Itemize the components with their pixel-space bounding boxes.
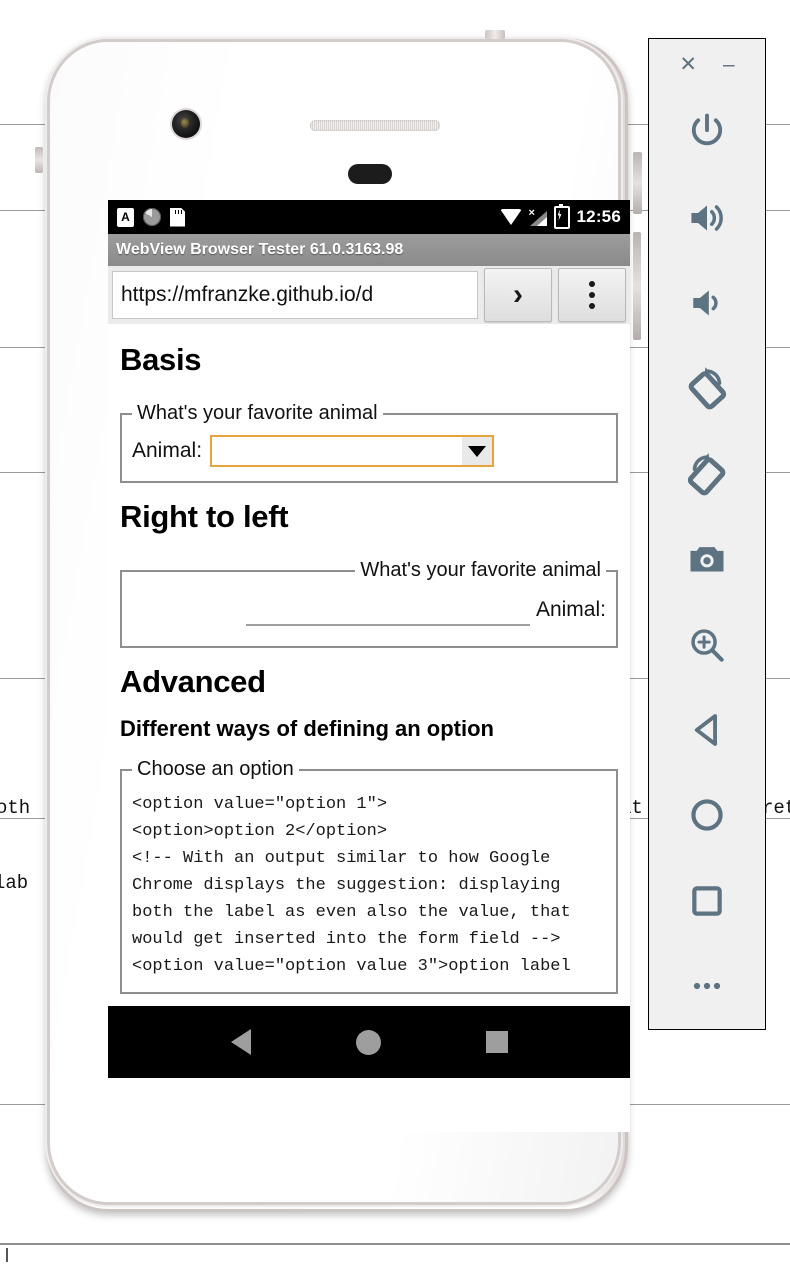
background-text-fragment: oth <box>0 797 31 819</box>
animal-combobox[interactable] <box>210 435 495 467</box>
url-input[interactable]: https://mfranzke.github.io/d <box>112 271 478 319</box>
back-icon <box>694 714 717 746</box>
form-row-animal-rtl: :Animal <box>132 588 606 634</box>
wifi-icon <box>499 209 522 225</box>
background-rule-thick <box>0 1243 790 1245</box>
background-tick <box>6 1248 8 1262</box>
fieldset-legend-rtl: What's your favorite animal <box>360 559 601 581</box>
hardware-left-nub <box>35 147 43 173</box>
toolbar-volume-up-button[interactable] <box>649 175 765 260</box>
hardware-volume-button[interactable] <box>633 232 641 340</box>
sd-card-icon <box>170 207 185 227</box>
android-status-bar: A × 12:56 <box>108 200 630 234</box>
rotate-left-icon <box>688 367 727 410</box>
toolbar-more-button[interactable] <box>649 944 765 1029</box>
overview-icon <box>692 886 722 916</box>
option-code-sample: <option value="option 1"> <option>option… <box>132 795 571 976</box>
toolbar-rotate-right-button[interactable] <box>649 431 765 516</box>
volume-up-icon <box>691 204 723 231</box>
status-bar-clock: 12:56 <box>576 207 621 226</box>
chevron-right-icon: › <box>513 278 523 311</box>
animal-input-rtl[interactable] <box>245 594 530 626</box>
browser-menu-button[interactable] <box>558 268 626 322</box>
home-icon <box>691 799 723 832</box>
webpage-content[interactable]: Basis What's your favorite animal Animal… <box>108 324 630 1006</box>
toolbar-zoom-button[interactable] <box>649 602 765 687</box>
section-heading-rtl: Right to left <box>120 499 289 534</box>
section-heading-basis: Basis <box>120 342 202 377</box>
browser-url-bar: https://mfranzke.github.io/d › <box>108 266 630 324</box>
sensor-pill <box>348 164 392 184</box>
notification-a-icon: A <box>117 207 134 227</box>
subheading-defining-option: Different ways of defining an option <box>120 716 494 741</box>
camera-icon <box>690 547 724 572</box>
label-animal: Animal: <box>132 439 203 462</box>
hardware-top-nub <box>485 30 505 39</box>
minimize-icon[interactable]: – <box>723 54 735 75</box>
cellular-no-signal-icon: × <box>529 207 547 226</box>
toolbar-volume-down-button[interactable] <box>649 260 765 345</box>
hardware-power-button[interactable] <box>633 152 642 214</box>
toolbar-power-button[interactable] <box>649 89 765 174</box>
chevron-down-icon <box>468 445 487 457</box>
toolbar-screenshot-button[interactable] <box>649 517 765 602</box>
fieldset-basis: What's your favorite animal Animal: <box>120 402 618 483</box>
fieldset-choose-option: Choose an option <option value="option 1… <box>120 758 618 994</box>
toolbar-back-button[interactable] <box>649 687 765 772</box>
fieldset-rtl: What's your favorite animal :Animal <box>120 559 618 648</box>
combobox-arrow-box[interactable] <box>462 437 493 465</box>
more-icon <box>693 983 721 990</box>
form-row-animal: Animal: <box>132 431 606 469</box>
power-icon <box>691 113 723 146</box>
background-text-fragment: lab <box>0 872 29 894</box>
fieldset-legend-choose-option: Choose an option <box>137 758 294 780</box>
background-text-fragment: ret <box>762 797 790 819</box>
toolbar-overview-button[interactable] <box>649 858 765 943</box>
kebab-menu-icon <box>589 281 595 309</box>
fieldset-legend-basis: What's your favorite animal <box>137 402 378 424</box>
volume-down-icon <box>693 290 718 316</box>
emulator-toolbar[interactable]: ✕ – <box>648 38 766 1030</box>
nav-home-icon[interactable] <box>355 1029 381 1055</box>
nav-back-icon[interactable] <box>230 1029 251 1055</box>
front-camera-icon <box>172 110 200 138</box>
section-heading-advanced: Advanced <box>120 664 266 699</box>
label-animal-rtl: :Animal <box>535 598 606 621</box>
status-bar-right-icons: × 12:56 <box>499 203 621 229</box>
app-title-bar: WebView Browser Tester 61.0.3163.98 <box>108 234 630 266</box>
status-bar-left-icons: A <box>117 207 185 227</box>
emulator-device[interactable]: A × 12:56 WebView Browser Tester 61.0.31… <box>35 30 642 1214</box>
close-icon[interactable]: ✕ <box>679 54 697 75</box>
battery-charging-icon <box>553 203 570 229</box>
nav-recents-icon[interactable] <box>485 1031 508 1053</box>
toolbar-home-button[interactable] <box>649 773 765 858</box>
device-screen[interactable]: A × 12:56 WebView Browser Tester 61.0.31… <box>108 200 630 1132</box>
android-navigation-bar[interactable] <box>108 1006 630 1078</box>
go-button[interactable]: › <box>484 268 552 322</box>
zoom-icon <box>691 628 724 662</box>
earpiece-speaker <box>310 120 440 131</box>
toolbar-window-controls: ✕ – <box>649 39 765 89</box>
toolbar-rotate-left-button[interactable] <box>649 346 765 431</box>
sync-icon <box>143 208 161 226</box>
rotate-right-icon <box>687 452 726 496</box>
